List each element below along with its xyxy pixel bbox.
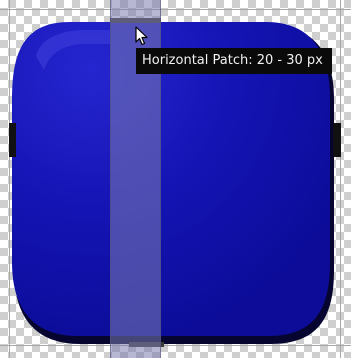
stretch-marker-left[interactable]	[9, 123, 16, 157]
arrow-pointer-icon	[135, 26, 148, 46]
patch-tooltip: Horizontal Patch: 20 - 30 px	[136, 48, 332, 74]
patch-region-edge-left[interactable]	[110, 0, 111, 358]
ninepatch-editor-canvas[interactable]: Horizontal Patch: 20 - 30 px	[0, 0, 351, 358]
stretch-marker-right[interactable]	[333, 123, 341, 157]
